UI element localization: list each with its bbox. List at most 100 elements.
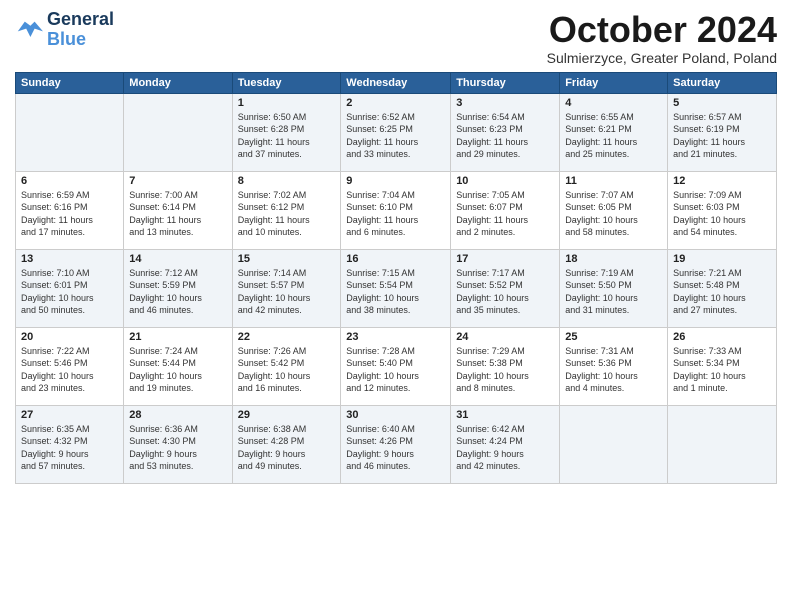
calendar-cell <box>668 405 777 483</box>
col-header-tuesday: Tuesday <box>232 72 341 93</box>
calendar-cell: 25 Sunrise: 7:31 AM Sunset: 5:36 PM Dayli… <box>560 327 668 405</box>
calendar-cell: 6 Sunrise: 6:59 AM Sunset: 6:16 PM Daylig… <box>16 171 124 249</box>
day-info: Sunrise: 7:17 AM Sunset: 5:52 PM Dayligh… <box>456 267 554 317</box>
calendar-cell: 13 Sunrise: 7:10 AM Sunset: 6:01 PM Dayli… <box>16 249 124 327</box>
day-number: 16 <box>346 253 445 265</box>
day-info: Sunrise: 6:40 AM Sunset: 4:26 PM Dayligh… <box>346 423 445 473</box>
calendar-week-5: 27 Sunrise: 6:35 AM Sunset: 4:32 PM Dayli… <box>16 405 777 483</box>
day-number: 23 <box>346 331 445 343</box>
calendar-cell: 7 Sunrise: 7:00 AM Sunset: 6:14 PM Daylig… <box>124 171 232 249</box>
day-info: Sunrise: 7:12 AM Sunset: 5:59 PM Dayligh… <box>129 267 226 317</box>
day-info: Sunrise: 6:52 AM Sunset: 6:25 PM Dayligh… <box>346 111 445 161</box>
day-number: 12 <box>673 175 771 187</box>
day-info: Sunrise: 6:55 AM Sunset: 6:21 PM Dayligh… <box>565 111 662 161</box>
day-number: 30 <box>346 409 445 421</box>
col-header-thursday: Thursday <box>451 72 560 93</box>
day-info: Sunrise: 7:24 AM Sunset: 5:44 PM Dayligh… <box>129 345 226 395</box>
day-number: 31 <box>456 409 554 421</box>
day-number: 18 <box>565 253 662 265</box>
day-info: Sunrise: 7:10 AM Sunset: 6:01 PM Dayligh… <box>21 267 118 317</box>
day-info: Sunrise: 6:36 AM Sunset: 4:30 PM Dayligh… <box>129 423 226 473</box>
col-header-friday: Friday <box>560 72 668 93</box>
logo-icon <box>15 16 43 44</box>
day-number: 1 <box>238 97 336 109</box>
calendar-cell: 10 Sunrise: 7:05 AM Sunset: 6:07 PM Dayli… <box>451 171 560 249</box>
day-number: 28 <box>129 409 226 421</box>
day-number: 3 <box>456 97 554 109</box>
day-info: Sunrise: 7:05 AM Sunset: 6:07 PM Dayligh… <box>456 189 554 239</box>
calendar-week-1: 1 Sunrise: 6:50 AM Sunset: 6:28 PM Daylig… <box>16 93 777 171</box>
calendar-cell: 14Sunrise: 7:12 AM Sunset: 5:59 PM Dayli… <box>124 249 232 327</box>
calendar-cell: 17Sunrise: 7:17 AM Sunset: 5:52 PM Dayli… <box>451 249 560 327</box>
header: General Blue October 2024 Sulmierzyce, G… <box>15 10 777 66</box>
day-info: Sunrise: 7:29 AM Sunset: 5:38 PM Dayligh… <box>456 345 554 395</box>
logo-text: General Blue <box>47 10 114 50</box>
day-number: 9 <box>346 175 445 187</box>
calendar-week-4: 20 Sunrise: 7:22 AM Sunset: 5:46 PM Dayli… <box>16 327 777 405</box>
day-info: Sunrise: 7:14 AM Sunset: 5:57 PM Dayligh… <box>238 267 336 317</box>
day-number: 19 <box>673 253 771 265</box>
calendar-table: SundayMondayTuesdayWednesdayThursdayFrid… <box>15 72 777 484</box>
calendar-cell: 11Sunrise: 7:07 AM Sunset: 6:05 PM Dayli… <box>560 171 668 249</box>
day-info: Sunrise: 7:31 AM Sunset: 5:36 PM Dayligh… <box>565 345 662 395</box>
calendar-cell: 26 Sunrise: 7:33 AM Sunset: 5:34 PM Dayli… <box>668 327 777 405</box>
calendar-cell: 8Sunrise: 7:02 AM Sunset: 6:12 PM Daylig… <box>232 171 341 249</box>
calendar-cell <box>124 93 232 171</box>
calendar-cell: 27 Sunrise: 6:35 AM Sunset: 4:32 PM Dayli… <box>16 405 124 483</box>
calendar-cell: 19 Sunrise: 7:21 AM Sunset: 5:48 PM Dayli… <box>668 249 777 327</box>
col-header-wednesday: Wednesday <box>341 72 451 93</box>
day-info: Sunrise: 7:21 AM Sunset: 5:48 PM Dayligh… <box>673 267 771 317</box>
day-info: Sunrise: 7:00 AM Sunset: 6:14 PM Dayligh… <box>129 189 226 239</box>
day-info: Sunrise: 6:50 AM Sunset: 6:28 PM Dayligh… <box>238 111 336 161</box>
day-info: Sunrise: 7:22 AM Sunset: 5:46 PM Dayligh… <box>21 345 118 395</box>
main-title: October 2024 <box>547 10 777 50</box>
logo-line2: Blue <box>47 29 86 49</box>
day-info: Sunrise: 7:26 AM Sunset: 5:42 PM Dayligh… <box>238 345 336 395</box>
calendar-cell <box>16 93 124 171</box>
calendar-cell: 23Sunrise: 7:28 AM Sunset: 5:40 PM Dayli… <box>341 327 451 405</box>
logo-line1: General <box>47 10 114 30</box>
calendar-cell: 9 Sunrise: 7:04 AM Sunset: 6:10 PM Daylig… <box>341 171 451 249</box>
day-info: Sunrise: 6:42 AM Sunset: 4:24 PM Dayligh… <box>456 423 554 473</box>
calendar-cell: 18 Sunrise: 7:19 AM Sunset: 5:50 PM Dayli… <box>560 249 668 327</box>
title-block: October 2024 Sulmierzyce, Greater Poland… <box>547 10 777 66</box>
header-row: SundayMondayTuesdayWednesdayThursdayFrid… <box>16 72 777 93</box>
day-info: Sunrise: 7:19 AM Sunset: 5:50 PM Dayligh… <box>565 267 662 317</box>
day-number: 8 <box>238 175 336 187</box>
day-number: 15 <box>238 253 336 265</box>
day-info: Sunrise: 6:57 AM Sunset: 6:19 PM Dayligh… <box>673 111 771 161</box>
day-number: 6 <box>21 175 118 187</box>
day-number: 24 <box>456 331 554 343</box>
calendar-cell: 22 Sunrise: 7:26 AM Sunset: 5:42 PM Dayli… <box>232 327 341 405</box>
col-header-sunday: Sunday <box>16 72 124 93</box>
day-info: Sunrise: 7:07 AM Sunset: 6:05 PM Dayligh… <box>565 189 662 239</box>
calendar-cell: 29 Sunrise: 6:38 AM Sunset: 4:28 PM Dayli… <box>232 405 341 483</box>
day-number: 29 <box>238 409 336 421</box>
calendar-cell: 15 Sunrise: 7:14 AM Sunset: 5:57 PM Dayli… <box>232 249 341 327</box>
day-number: 10 <box>456 175 554 187</box>
calendar-cell: 5Sunrise: 6:57 AM Sunset: 6:19 PM Daylig… <box>668 93 777 171</box>
calendar-cell: 21 Sunrise: 7:24 AM Sunset: 5:44 PM Dayli… <box>124 327 232 405</box>
calendar-cell: 12Sunrise: 7:09 AM Sunset: 6:03 PM Dayli… <box>668 171 777 249</box>
calendar-cell <box>560 405 668 483</box>
day-number: 4 <box>565 97 662 109</box>
day-number: 27 <box>21 409 118 421</box>
calendar-week-3: 13 Sunrise: 7:10 AM Sunset: 6:01 PM Dayli… <box>16 249 777 327</box>
subtitle: Sulmierzyce, Greater Poland, Poland <box>547 50 777 66</box>
day-number: 25 <box>565 331 662 343</box>
calendar-cell: 30 Sunrise: 6:40 AM Sunset: 4:26 PM Dayli… <box>341 405 451 483</box>
day-info: Sunrise: 7:33 AM Sunset: 5:34 PM Dayligh… <box>673 345 771 395</box>
day-info: Sunrise: 6:38 AM Sunset: 4:28 PM Dayligh… <box>238 423 336 473</box>
day-info: Sunrise: 6:59 AM Sunset: 6:16 PM Dayligh… <box>21 189 118 239</box>
day-number: 7 <box>129 175 226 187</box>
day-number: 2 <box>346 97 445 109</box>
day-info: Sunrise: 6:54 AM Sunset: 6:23 PM Dayligh… <box>456 111 554 161</box>
day-number: 22 <box>238 331 336 343</box>
day-number: 26 <box>673 331 771 343</box>
day-number: 20 <box>21 331 118 343</box>
page: General Blue October 2024 Sulmierzyce, G… <box>0 0 792 612</box>
day-info: Sunrise: 7:04 AM Sunset: 6:10 PM Dayligh… <box>346 189 445 239</box>
day-info: Sunrise: 6:35 AM Sunset: 4:32 PM Dayligh… <box>21 423 118 473</box>
day-number: 13 <box>21 253 118 265</box>
day-number: 21 <box>129 331 226 343</box>
